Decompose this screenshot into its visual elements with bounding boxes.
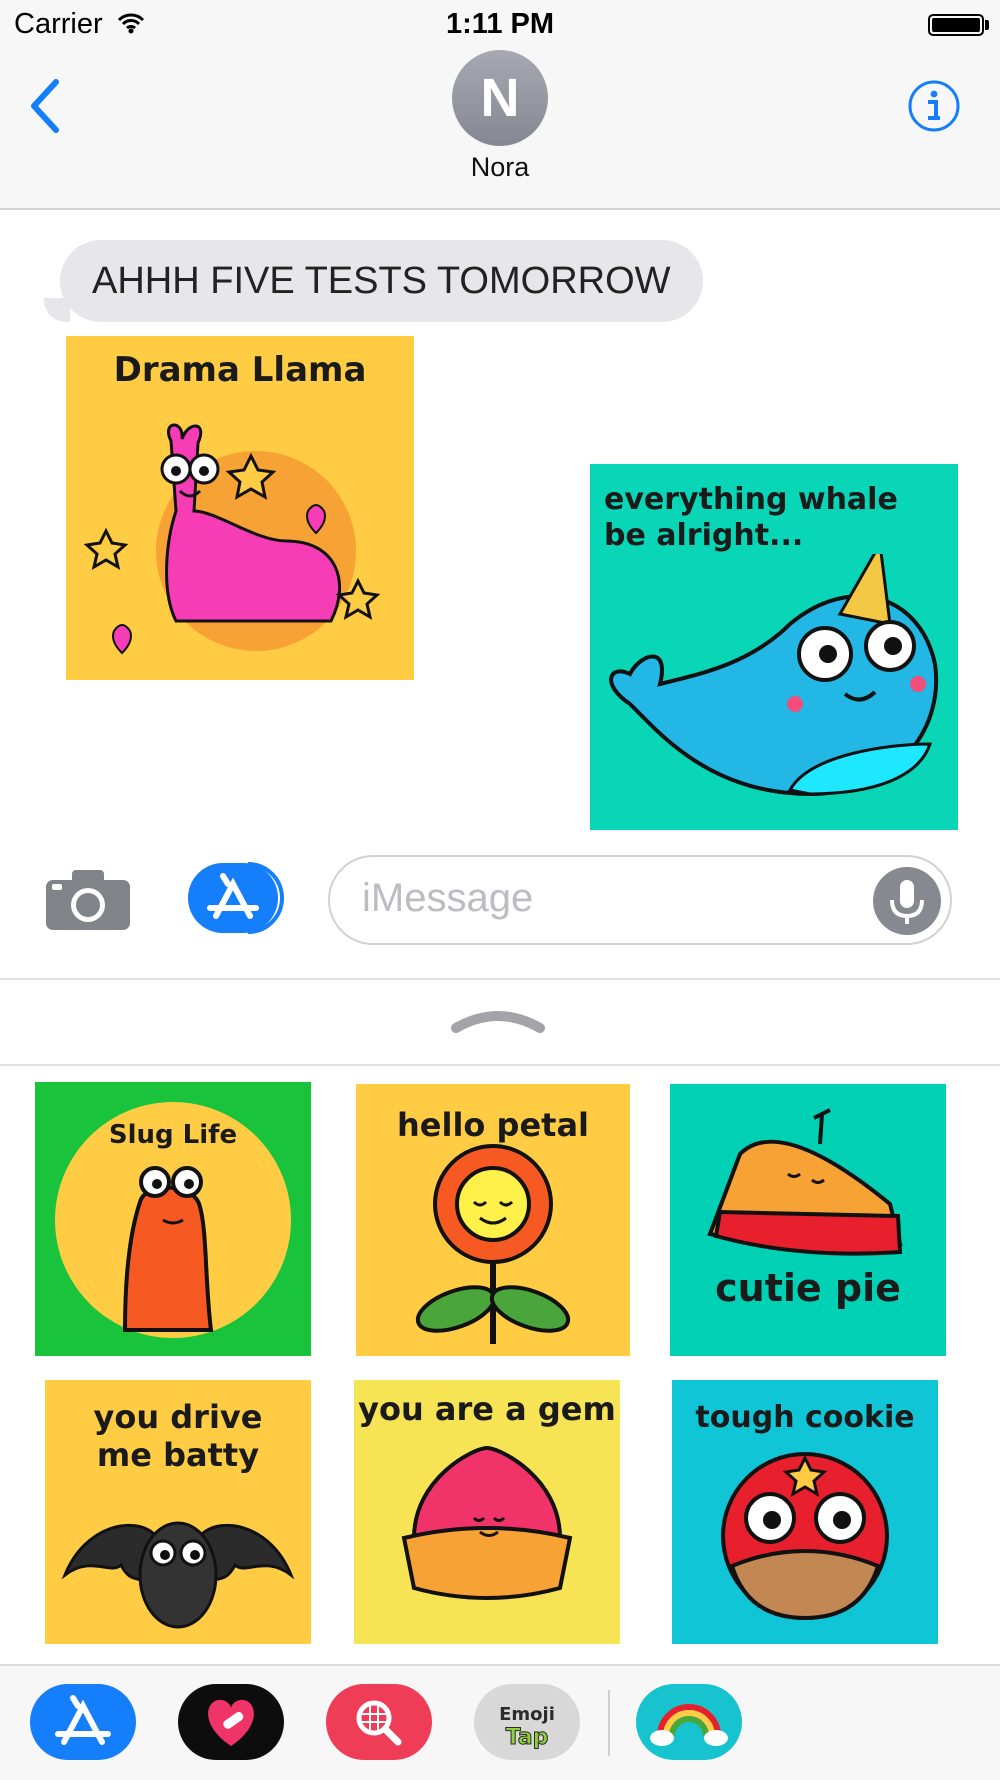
svg-text:Emoji: Emoji (499, 1704, 555, 1725)
hello-petal-sticker[interactable]: hello petal (356, 1084, 630, 1356)
app-store-glyph (55, 1695, 111, 1745)
app-store-icon[interactable] (30, 1684, 136, 1760)
avatar[interactable]: N (452, 50, 548, 146)
contact-name[interactable]: Nora (0, 152, 1000, 183)
sticker-caption: hello petal (396, 1106, 589, 1144)
drama-llama-sticker[interactable]: Drama Llama (66, 336, 414, 680)
sticker-caption: you are a gem (358, 1390, 616, 1428)
tough-cookie-sticker[interactable]: tough cookie (672, 1380, 938, 1644)
sticker-caption: Slug Life (108, 1120, 238, 1150)
pie-illustration (707, 1108, 903, 1256)
bat-illustration (61, 1521, 295, 1629)
sticker-caption: cutie pie (715, 1266, 901, 1310)
llama-illustration (83, 423, 381, 655)
battery-tip (985, 20, 989, 30)
narwhal-illustration (609, 554, 939, 797)
composer-divider (0, 978, 1000, 980)
narwhal-sticker[interactable]: everything whale be alright... (590, 464, 958, 830)
sticker-caption: you drive me batty (93, 1398, 263, 1475)
slug-life-sticker[interactable]: Slug Life (35, 1082, 311, 1356)
emoji-tap-app-icon[interactable]: Emoji Tap (474, 1684, 580, 1760)
rainbow-app-icon[interactable] (636, 1684, 742, 1760)
rainbow-glyph (650, 1704, 728, 1746)
back-chevron-icon[interactable] (26, 78, 62, 134)
heart-sticker-app-icon[interactable] (178, 1684, 284, 1760)
microphone-icon[interactable] (872, 866, 942, 936)
received-message-bubble[interactable]: AHHH FIVE TESTS TOMORROW (60, 240, 703, 322)
app-store-toggle-icon[interactable] (186, 860, 286, 936)
gem-illustration (401, 1446, 573, 1601)
search-images-app-icon[interactable] (326, 1684, 432, 1760)
expand-chevron-icon[interactable] (448, 1002, 548, 1036)
imessage-placeholder: iMessage (362, 876, 534, 920)
magnifier-glyph (356, 1700, 402, 1746)
info-icon[interactable] (906, 78, 962, 134)
cutie-pie-sticker[interactable]: cutie pie (670, 1084, 946, 1356)
flower-illustration (415, 1144, 571, 1345)
camera-icon[interactable] (44, 868, 132, 932)
sticker-caption: Drama Llama (113, 350, 367, 390)
svg-text:Tap: Tap (506, 1725, 549, 1750)
dock-separator (608, 1690, 610, 1756)
clock: 1:11 PM (446, 8, 554, 40)
battery-icon (928, 14, 984, 36)
heart-glyph (208, 1699, 254, 1746)
you-drive-me-batty-sticker[interactable]: you drive me batty (45, 1380, 311, 1644)
sticker-caption: everything whale be alright... (604, 482, 898, 553)
cookie-illustration (721, 1452, 889, 1621)
sticker-caption: tough cookie (695, 1400, 915, 1435)
you-are-a-gem-sticker[interactable]: you are a gem (354, 1380, 620, 1644)
emoji-tap-glyph: Emoji Tap (499, 1704, 555, 1751)
